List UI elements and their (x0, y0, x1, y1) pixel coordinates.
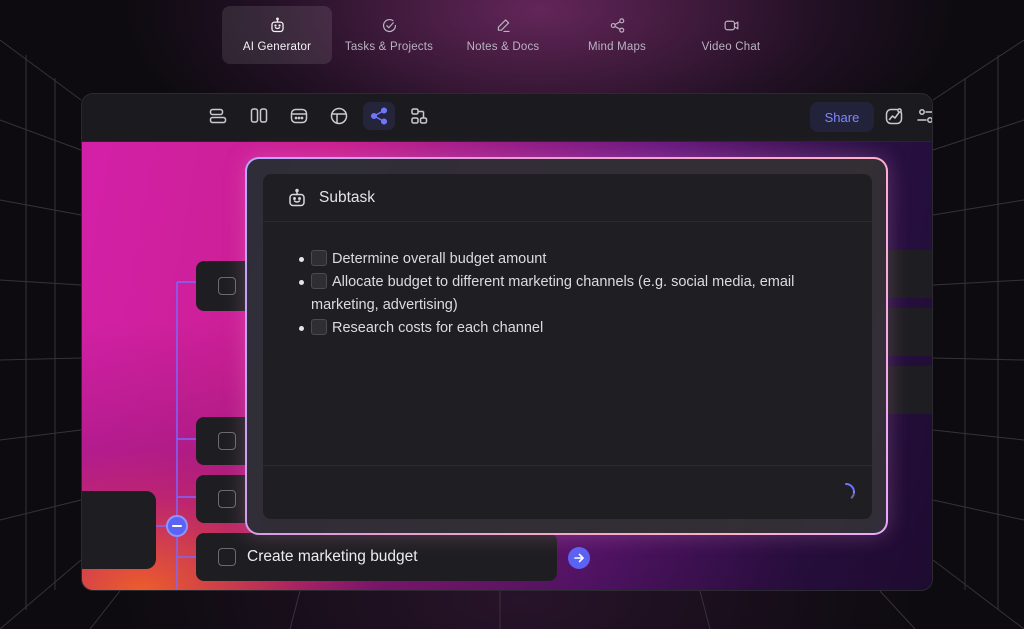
toolbar: Share (82, 94, 932, 142)
calendar-view-icon (290, 108, 308, 124)
video-camera-icon (724, 20, 738, 31)
tab-label: Video Chat (701, 41, 761, 53)
popup-footer (263, 465, 872, 519)
subtask-text: Determine overall budget amount (332, 251, 547, 267)
subtask-item: Allocate budget to different marketing c… (291, 271, 852, 317)
mind-map-node[interactable] (882, 366, 932, 414)
subtask-text: Allocate budget to different marketing c… (311, 274, 795, 313)
tab-video-chat[interactable]: Video Chat (674, 6, 788, 64)
pencil-icon (497, 19, 510, 33)
robot-icon (289, 188, 305, 206)
calendar-view-button[interactable] (283, 102, 315, 130)
org-chart-view-button[interactable] (403, 102, 435, 130)
share-button[interactable]: Share (810, 102, 874, 132)
loading-spinner-icon (845, 483, 856, 499)
tab-label: AI Generator (242, 41, 312, 53)
node-checkbox[interactable] (218, 490, 236, 508)
popup-header: Subtask (263, 174, 872, 222)
tab-ai-generator[interactable]: AI Generator (222, 6, 332, 64)
root-node[interactable] (82, 491, 156, 569)
analytics-button[interactable] (878, 102, 910, 130)
trend-chart-icon (885, 108, 903, 125)
top-nav: AI Generator Tasks & Projects Notes & Do… (222, 6, 788, 64)
mind-map-node[interactable] (882, 308, 932, 356)
org-chart-view-icon (411, 108, 428, 124)
share-nodes-icon (610, 18, 624, 33)
collapse-node-button[interactable] (166, 515, 188, 537)
popup-title: Subtask (319, 188, 376, 206)
check-circle-icon (382, 19, 396, 33)
subtask-popup-frame: Subtask Determine overall budget amount … (245, 157, 888, 535)
minus-icon (172, 525, 182, 527)
tab-label: Notes & Docs (466, 41, 540, 53)
node-checkbox[interactable] (218, 277, 236, 295)
mind-map-view-button[interactable] (363, 102, 395, 130)
subtask-item: Research costs for each channel (291, 317, 852, 340)
mind-map-node[interactable] (882, 250, 932, 298)
tab-mind-maps[interactable]: Mind Maps (560, 6, 674, 64)
mind-map-view-icon (370, 107, 388, 125)
list-view-icon (209, 108, 227, 124)
subtask-text: Research costs for each channel (332, 320, 544, 336)
subtask-checkbox[interactable] (311, 273, 327, 289)
subtask-item: Determine overall budget amount (291, 248, 852, 271)
tab-tasks-projects[interactable]: Tasks & Projects (332, 6, 446, 64)
arrow-right-icon (574, 553, 584, 563)
node-label: Create marketing budget (247, 548, 418, 565)
node-checkbox[interactable] (218, 548, 236, 566)
table-view-button[interactable] (323, 102, 355, 130)
tab-label: Mind Maps (587, 41, 647, 53)
mind-map-node-focused[interactable]: Create marketing budget (196, 533, 557, 581)
board-view-button[interactable] (243, 102, 275, 130)
subtask-popup: Subtask Determine overall budget amount … (263, 174, 872, 519)
tab-label: Tasks & Projects (344, 41, 434, 53)
subtask-checkbox[interactable] (311, 250, 327, 266)
subtask-list: Determine overall budget amount Allocate… (263, 222, 872, 340)
tab-notes-docs[interactable]: Notes & Docs (446, 6, 560, 64)
node-checkbox[interactable] (218, 432, 236, 450)
expand-node-button[interactable] (568, 547, 590, 569)
subtask-checkbox[interactable] (311, 319, 327, 335)
sliders-icon (917, 109, 932, 123)
robot-icon (270, 17, 284, 33)
filter-settings-button[interactable] (910, 102, 932, 130)
list-view-button[interactable] (202, 102, 234, 130)
board-view-icon (250, 108, 268, 123)
table-view-icon (330, 107, 348, 125)
